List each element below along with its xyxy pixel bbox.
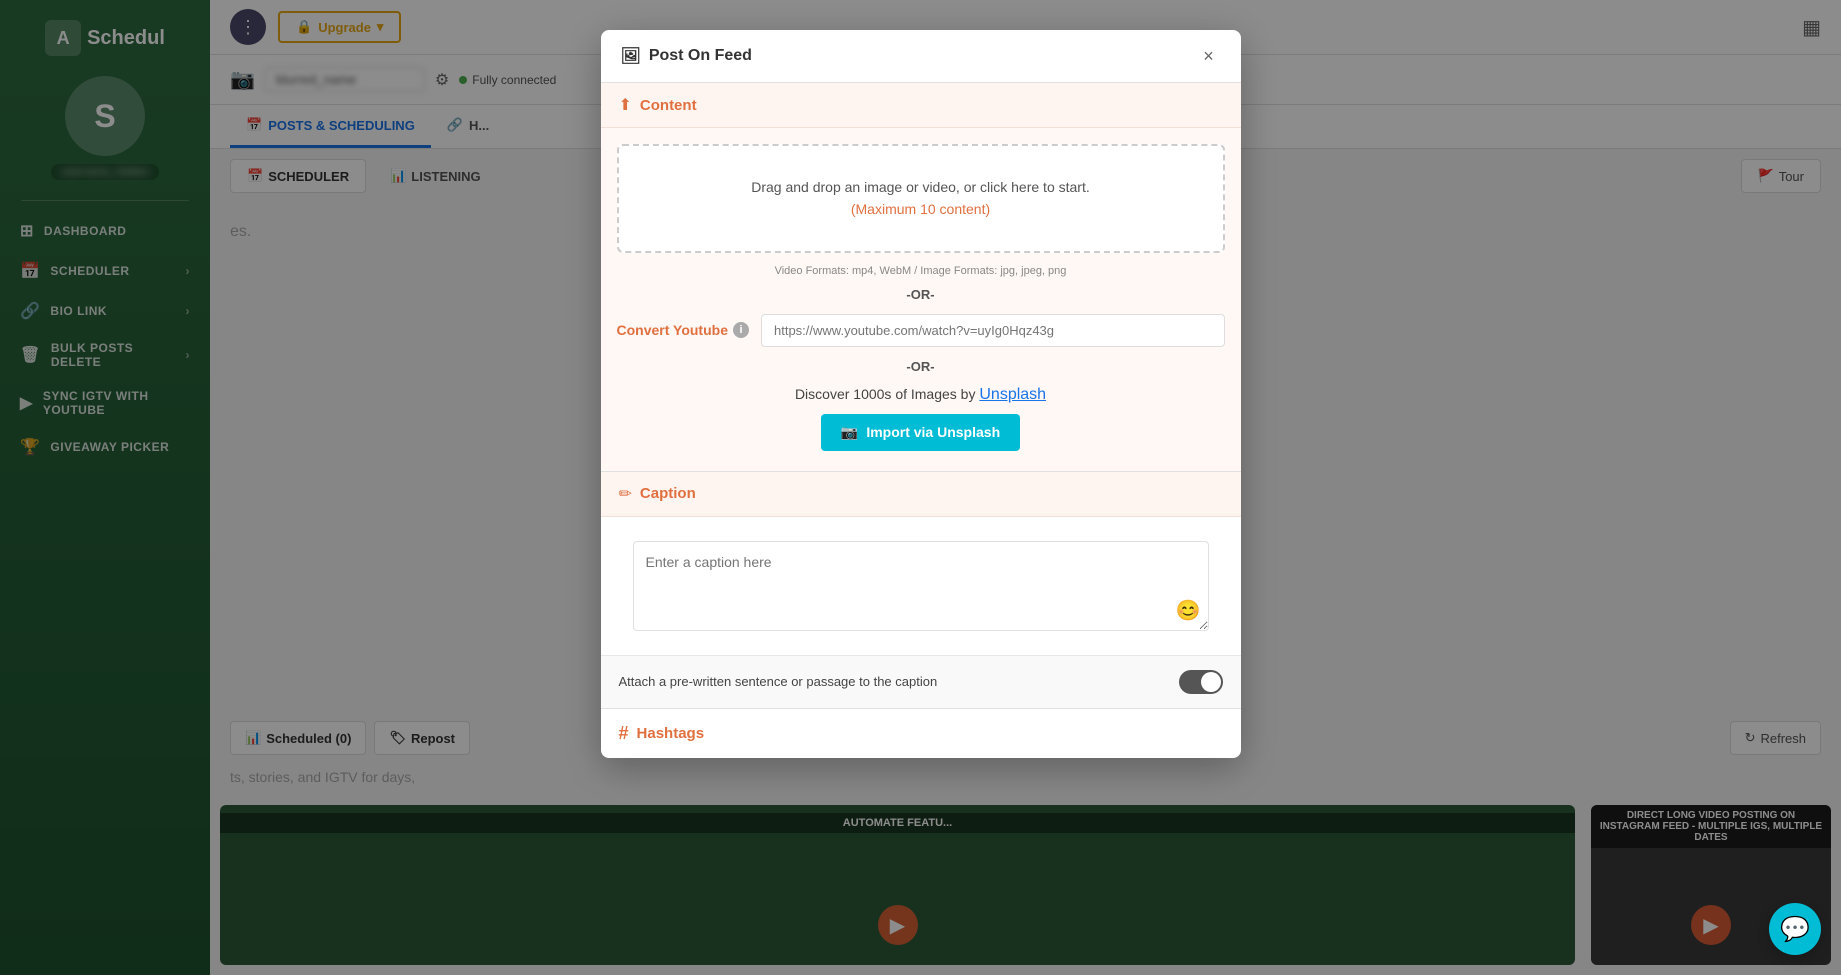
convert-youtube-info-icon[interactable]: i: [733, 322, 749, 338]
hashtags-title: Hashtags: [637, 725, 705, 742]
drop-zone-limit: (Maximum 10 content): [851, 201, 990, 217]
convert-youtube-label: Convert Youtube i: [617, 322, 750, 338]
upload-icon: ⬆: [619, 95, 632, 115]
caption-body: 😊: [601, 517, 1241, 655]
attach-passage-label: Attach a pre-written sentence or passage…: [619, 674, 938, 689]
hashtag-icon: #: [619, 723, 629, 744]
modal-close-button[interactable]: ×: [1197, 44, 1221, 68]
modal-title: 🖼 Post On Feed: [621, 46, 752, 66]
format-text: Video Formats: mp4, WebM / Image Formats…: [617, 265, 1225, 277]
or-divider-1: -OR-: [617, 287, 1225, 302]
content-section-title: Content: [640, 97, 697, 114]
or-divider-2: -OR-: [617, 359, 1225, 374]
post-on-feed-modal: 🖼 Post On Feed × ⬆ Content Drag and drop…: [601, 30, 1241, 758]
import-unsplash-button[interactable]: 📷 Import via Unsplash: [821, 414, 1020, 451]
hashtags-section[interactable]: # Hashtags: [601, 708, 1241, 758]
content-section-body: Drag and drop an image or video, or clic…: [601, 128, 1241, 471]
modal-header: 🖼 Post On Feed ×: [601, 30, 1241, 83]
caption-textarea-wrap: 😊: [617, 541, 1225, 631]
unsplash-link[interactable]: Unsplash: [979, 386, 1046, 403]
modal-title-icon: 🖼: [621, 46, 641, 66]
unsplash-row: Discover 1000s of Images by Unsplash: [617, 386, 1225, 404]
youtube-url-input[interactable]: [761, 314, 1225, 347]
unsplash-text: Discover 1000s of Images by: [795, 386, 979, 402]
drop-zone-text: Drag and drop an image or video, or clic…: [639, 176, 1203, 221]
file-drop-zone[interactable]: Drag and drop an image or video, or clic…: [617, 144, 1225, 253]
caption-section-title: Caption: [640, 485, 696, 502]
chat-support-button[interactable]: 💬: [1769, 903, 1821, 955]
attach-toggle[interactable]: [1179, 670, 1223, 694]
camera-icon: 📷: [841, 424, 858, 441]
convert-youtube-row: Convert Youtube i: [617, 314, 1225, 347]
caption-section-header: ✏ Caption: [601, 471, 1241, 517]
chat-icon: 💬: [1780, 915, 1810, 944]
edit-icon: ✏: [619, 484, 632, 504]
emoji-picker-icon[interactable]: 😊: [1176, 598, 1201, 623]
attach-passage-row: Attach a pre-written sentence or passage…: [601, 655, 1241, 708]
content-section-header: ⬆ Content: [601, 83, 1241, 128]
caption-textarea[interactable]: [633, 541, 1209, 631]
